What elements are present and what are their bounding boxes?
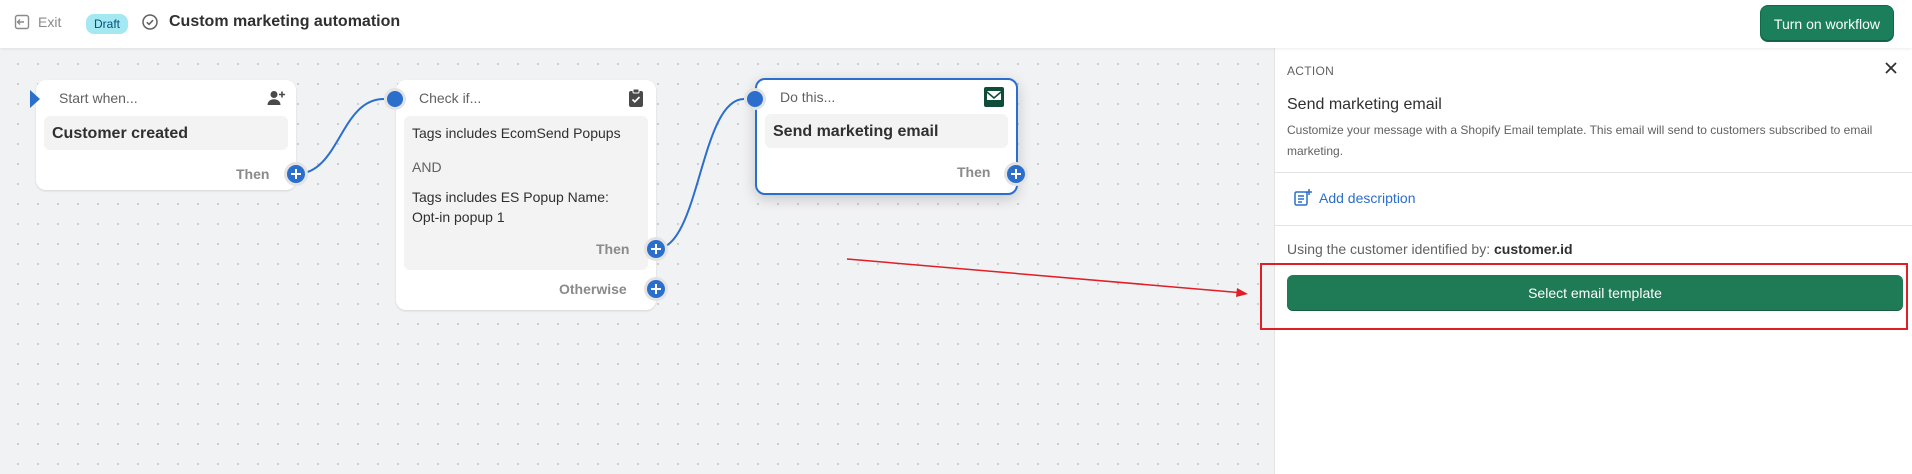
status-badge: Draft — [86, 14, 129, 34]
connector-check-to-action — [655, 98, 745, 250]
page-title: Custom marketing automation — [169, 13, 401, 30]
condition-node[interactable]: Check if... Tags includes EcomSend Popup… — [396, 80, 656, 310]
condition-input-handle[interactable] — [384, 88, 406, 110]
panel-divider — [1275, 225, 1912, 226]
arrow-annotation — [846, 258, 1245, 294]
action-name: Send marketing email — [765, 114, 1008, 148]
condition-then-add-button[interactable] — [644, 237, 668, 261]
plus-icon — [647, 280, 665, 298]
top-bar: Exit Draft Custom marketing automation T… — [0, 0, 1912, 48]
condition-operator: AND — [412, 159, 442, 175]
start-marker-icon — [30, 90, 40, 108]
panel-kicker: ACTION — [1287, 64, 1335, 78]
note-add-icon — [1294, 189, 1312, 206]
condition-2: Tags includes ES Popup Name: Opt-in popu… — [412, 189, 609, 225]
action-then-label: Then — [957, 164, 991, 180]
panel-description: Customize your message with a Shopify Em… — [1287, 123, 1873, 158]
check-circle-icon — [142, 14, 158, 30]
turn-on-workflow-button[interactable]: Turn on workflow — [1759, 5, 1894, 42]
condition-otherwise-add-button[interactable] — [644, 277, 668, 301]
clipboard-check-icon — [629, 88, 643, 107]
action-node-label: Do this... — [780, 89, 836, 105]
start-then-label: Then — [236, 166, 270, 182]
email-icon — [984, 87, 1004, 107]
plus-icon — [647, 240, 665, 258]
action-detail-panel: ACTION Send marketing email Customize yo… — [1274, 48, 1912, 474]
condition-node-label: Check if... — [419, 90, 482, 106]
connector-start-to-check — [295, 98, 385, 175]
exit-label: Exit — [38, 14, 62, 30]
plus-icon — [1007, 165, 1025, 183]
start-node-header: Start when... — [36, 80, 296, 114]
condition-otherwise-label: Otherwise — [559, 281, 627, 297]
panel-title: Send marketing email — [1287, 96, 1442, 113]
customer-identifier-text: Using the customer identified by: custom… — [1287, 241, 1573, 257]
select-email-template-button[interactable]: Select email template — [1287, 275, 1903, 311]
add-description-label: Add description — [1319, 190, 1416, 206]
using-prefix: Using the customer identified by: — [1287, 241, 1491, 257]
workflow-canvas[interactable]: Start when... Customer created Then Chec… — [0, 48, 1274, 474]
action-node-header: Do this... — [757, 80, 1016, 114]
action-input-handle[interactable] — [744, 88, 766, 110]
trigger-name: Customer created — [44, 116, 288, 150]
start-node-label: Start when... — [59, 90, 138, 106]
start-node[interactable]: Start when... Customer created Then — [36, 80, 296, 190]
start-then-add-button[interactable] — [284, 162, 308, 186]
condition-node-header: Check if... — [396, 80, 656, 114]
close-icon[interactable] — [1884, 61, 1898, 75]
panel-divider — [1275, 172, 1912, 173]
exit-icon — [14, 14, 30, 30]
arrow-head — [1236, 288, 1248, 297]
condition-then-label: Then — [596, 241, 630, 257]
person-add-icon — [267, 91, 285, 105]
exit-button[interactable]: Exit — [14, 14, 61, 30]
plus-icon — [287, 165, 305, 183]
action-then-add-button[interactable] — [1004, 162, 1028, 186]
using-value: customer.id — [1494, 241, 1573, 257]
add-description-link[interactable]: Add description — [1293, 188, 1416, 208]
action-node[interactable]: Do this... Send marketing email Then — [755, 78, 1018, 195]
condition-1: Tags includes EcomSend Popups — [412, 125, 621, 141]
